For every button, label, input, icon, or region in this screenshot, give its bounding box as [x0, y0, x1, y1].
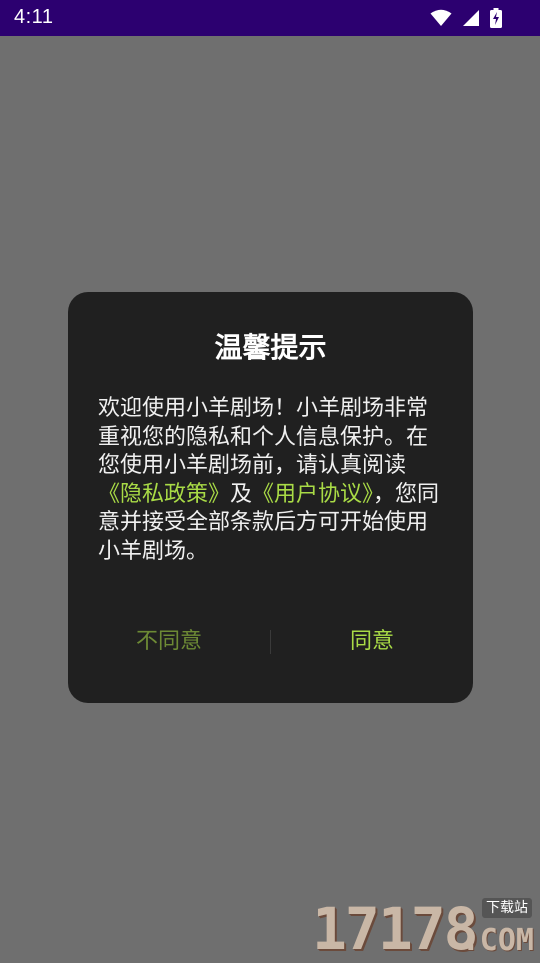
- watermark-number: 17178: [312, 895, 479, 963]
- status-time: 4:11: [14, 6, 54, 28]
- privacy-dialog: 温馨提示 欢迎使用小羊剧场！小羊剧场非常重视您的隐私和个人信息保护。在您使用小羊…: [68, 292, 473, 703]
- dialog-title: 温馨提示: [214, 331, 327, 364]
- message-text-1: 欢迎使用小羊剧场！小羊剧场非常重视您的隐私和个人信息保护。在您使用小羊剧场前，请…: [98, 396, 429, 478]
- message-text-2: 及: [230, 481, 253, 507]
- battery-charging-icon: [490, 8, 502, 28]
- watermark-subtitle: 下载站: [482, 898, 532, 918]
- status-icons: [430, 7, 502, 29]
- watermark-domain: .COM: [461, 923, 534, 958]
- user-agreement-link[interactable]: 《用户协议》: [252, 482, 373, 507]
- wifi-icon: [430, 9, 452, 27]
- privacy-policy-link[interactable]: 《隐私政策》: [98, 482, 230, 507]
- cellular-signal-icon: [462, 9, 480, 27]
- dialog-message: 欢迎使用小羊剧场！小羊剧场非常重视您的隐私和个人信息保护。在您使用小羊剧场前，请…: [98, 395, 443, 566]
- disagree-button[interactable]: 不同意: [68, 622, 270, 662]
- dialog-actions: 不同意 同意: [68, 622, 473, 662]
- watermark-logo: 17178 下载站 .COM: [312, 898, 536, 958]
- agree-button[interactable]: 同意: [271, 622, 473, 662]
- status-bar: 4:11: [0, 0, 540, 36]
